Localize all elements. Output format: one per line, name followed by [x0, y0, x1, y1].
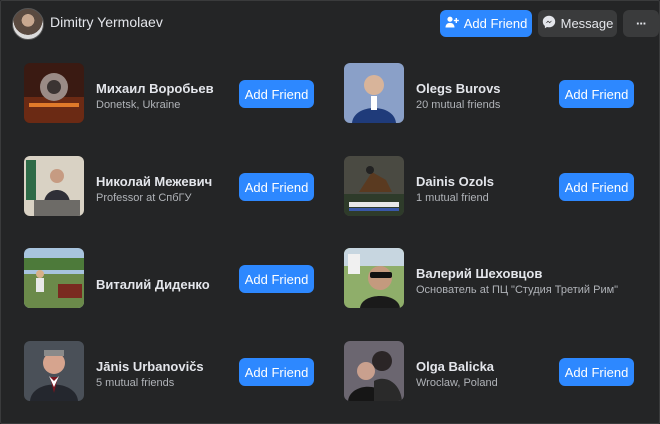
friend-photo[interactable]	[24, 63, 84, 123]
friend-name[interactable]: Jānis Urbanovičs	[96, 359, 204, 374]
add-friend-button[interactable]: Add Friend	[559, 173, 634, 201]
friend-name[interactable]: Olegs Burovs	[416, 81, 501, 96]
header-add-friend-label: Add Friend	[463, 16, 528, 31]
friend-photo[interactable]	[344, 341, 404, 401]
friend-card: Михаил Воробьев Donetsk, Ukraine Add Fri…	[24, 63, 344, 129]
friend-card: Виталий Диденко Add Friend	[24, 248, 344, 314]
friend-photo[interactable]	[344, 63, 404, 123]
add-friend-button[interactable]: Add Friend	[239, 265, 314, 293]
friend-name[interactable]: Михаил Воробьев	[96, 81, 214, 96]
friend-name[interactable]: Николай Межевич	[96, 174, 212, 189]
add-friend-button[interactable]: Add Friend	[239, 173, 314, 201]
friend-subtitle: 20 mutual friends	[416, 99, 501, 111]
more-dots-icon: ···	[636, 16, 647, 31]
friend-subtitle: 1 mutual friend	[416, 192, 489, 204]
friend-card: Николай Межевич Professor at СпбГУ Add F…	[24, 156, 344, 222]
messenger-icon	[542, 15, 556, 32]
friend-name[interactable]: Dainis Ozols	[416, 174, 494, 189]
friend-photo[interactable]	[24, 156, 84, 216]
friend-card: Olegs Burovs 20 mutual friends Add Frien…	[344, 63, 660, 129]
profile-avatar[interactable]	[12, 8, 44, 40]
profile-header: Dimitry Yermolaev Add Friend Message ···	[0, 0, 660, 46]
friend-card: Jānis Urbanovičs 5 mutual friends Add Fr…	[24, 341, 344, 407]
add-friend-button[interactable]: Add Friend	[559, 358, 634, 386]
friend-card: Dainis Ozols 1 mutual friend Add Friend	[344, 156, 660, 222]
add-person-icon	[445, 16, 459, 31]
friend-subtitle: Wroclaw, Poland	[416, 377, 498, 389]
friend-photo[interactable]	[24, 341, 84, 401]
friend-name[interactable]: Виталий Диденко	[96, 277, 210, 292]
friend-card: Olga Balicka Wroclaw, Poland Add Friend	[344, 341, 660, 407]
friend-subtitle: Professor at СпбГУ	[96, 192, 192, 204]
friend-photo[interactable]	[344, 156, 404, 216]
friend-photo[interactable]	[344, 248, 404, 308]
more-options-button[interactable]: ···	[623, 10, 659, 37]
message-label: Message	[560, 16, 614, 31]
friend-name[interactable]: Olga Balicka	[416, 359, 494, 374]
profile-name[interactable]: Dimitry Yermolaev	[50, 14, 163, 30]
friend-subtitle: Основатель at ПЦ "Студия Третий Рим"	[416, 284, 619, 296]
friend-card: Валерий Шеховцов Основатель at ПЦ "Студи…	[344, 248, 660, 314]
friend-name[interactable]: Валерий Шеховцов	[416, 266, 542, 281]
friend-subtitle: Donetsk, Ukraine	[96, 99, 181, 111]
message-button[interactable]: Message	[538, 10, 617, 37]
add-friend-button[interactable]: Add Friend	[239, 80, 314, 108]
friend-subtitle: 5 mutual friends	[96, 377, 175, 389]
header-add-friend-button[interactable]: Add Friend	[440, 10, 532, 37]
friend-photo[interactable]	[24, 248, 84, 308]
add-friend-button[interactable]: Add Friend	[559, 80, 634, 108]
add-friend-button[interactable]: Add Friend	[239, 358, 314, 386]
